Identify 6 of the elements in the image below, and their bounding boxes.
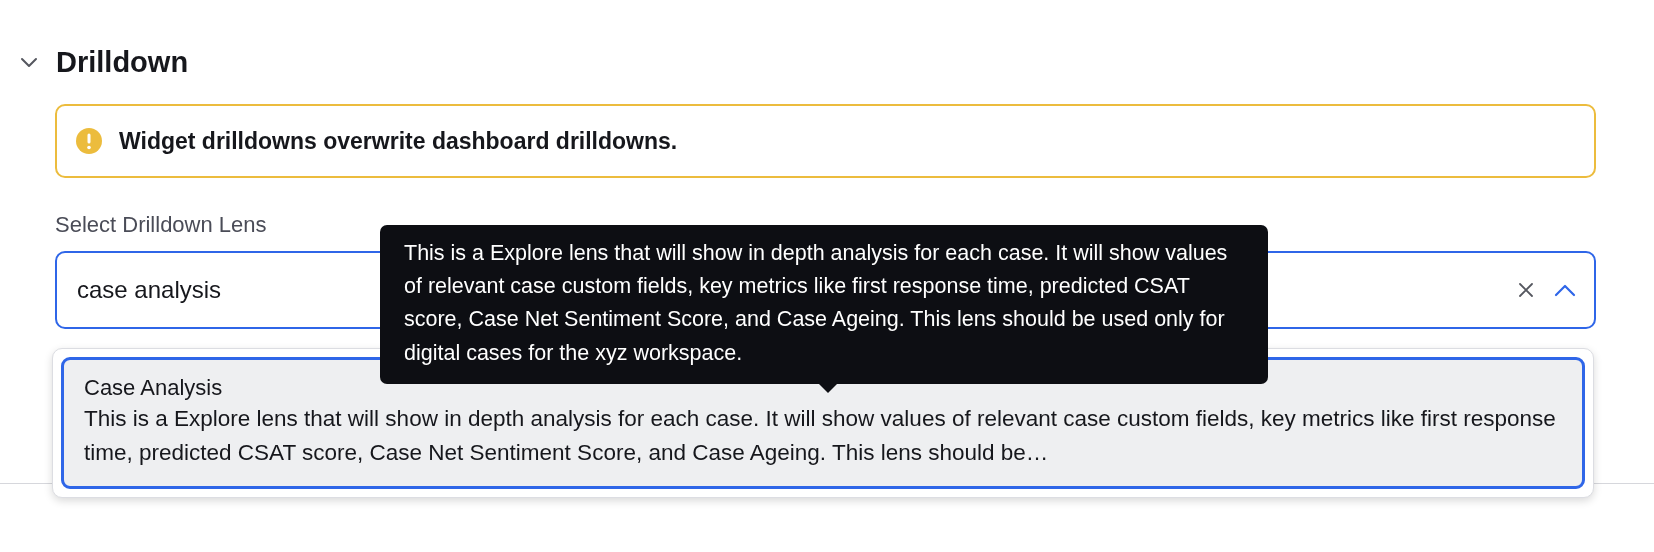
option-title: Case Analysis bbox=[84, 373, 223, 402]
alert-text: Widget drilldowns overwrite dashboard drilldowns. bbox=[119, 126, 678, 156]
option-description: This is a Explore lens that will show in depth analysis for each case. It will show values of relevant case custom fields, key metrics like first response time, predicted CSAT score, Case Net Sentiment Score, and Case Ageing. This lens should be… bbox=[84, 405, 1557, 468]
section-title: Drilldown bbox=[56, 45, 189, 80]
field-label: Select Drilldown Lens bbox=[55, 210, 268, 239]
tooltip: This is a Explore lens that will show in depth analysis for each case. It will show values of relevant case custom fields, key metrics like first response time, predicted CSAT score, Case Net Sentiment Score, and Case Ageing. This lens should be used only for digital cases for the xyz workspace. bbox=[380, 224, 1268, 385]
